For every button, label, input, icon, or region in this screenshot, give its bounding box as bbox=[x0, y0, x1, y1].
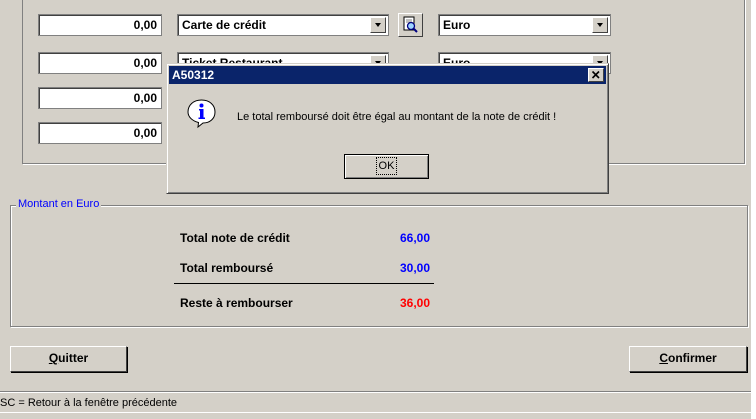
status-bar: SC = Retour à la fenêtre précédente bbox=[0, 391, 751, 413]
total-note-label: Total note de crédit bbox=[180, 231, 290, 245]
status-text: SC = Retour à la fenêtre précédente bbox=[0, 397, 178, 409]
dialog-titlebar[interactable]: A50312 bbox=[169, 66, 606, 84]
reste-value: 36,00 bbox=[399, 296, 430, 310]
chevron-down-icon[interactable] bbox=[370, 17, 386, 33]
confirm-button[interactable]: Confirmer bbox=[629, 346, 747, 372]
chevron-down-icon[interactable] bbox=[592, 17, 608, 33]
payment-method-value-1: Carte de crédit bbox=[182, 18, 267, 32]
status-bar-bottom bbox=[0, 413, 751, 419]
confirm-button-label: Confirmer bbox=[659, 351, 717, 365]
currency-value-1: Euro bbox=[443, 18, 471, 32]
total-rembourse-label: Total remboursé bbox=[180, 261, 274, 275]
total-note-value: 66,00 bbox=[399, 231, 430, 245]
quit-button[interactable]: Quitter bbox=[10, 346, 127, 372]
divider bbox=[174, 283, 434, 284]
group-legend: Montant en Euro bbox=[16, 198, 102, 210]
dialog-message: Le total remboursé doit être égal au mon… bbox=[237, 111, 557, 123]
payment-method-select-1[interactable]: Carte de crédit bbox=[177, 14, 389, 36]
close-button[interactable] bbox=[588, 68, 604, 82]
amount-field-3[interactable]: 0,00 bbox=[38, 87, 162, 109]
ok-button[interactable]: OK bbox=[344, 154, 429, 179]
close-icon bbox=[591, 70, 600, 79]
amount-field-4[interactable]: 0,00 bbox=[38, 122, 162, 144]
main-window: 0,00 Carte de crédit Euro 0,00 Ticket Re… bbox=[0, 0, 756, 419]
search-icon bbox=[403, 16, 418, 33]
amount-field-2[interactable]: 0,00 bbox=[38, 52, 162, 74]
search-button[interactable] bbox=[398, 13, 423, 37]
total-rembourse-value: 30,00 bbox=[399, 261, 430, 275]
quit-button-label: Quitter bbox=[48, 351, 89, 365]
message-dialog: A50312 Le total remboursé doit être égal… bbox=[166, 63, 609, 194]
ok-button-label: OK bbox=[375, 157, 398, 175]
amount-summary-group bbox=[10, 205, 748, 327]
window-edge bbox=[751, 0, 756, 419]
amount-field-1[interactable]: 0,00 bbox=[38, 14, 162, 36]
reste-label: Reste à rembourser bbox=[180, 296, 293, 310]
info-icon bbox=[187, 99, 216, 129]
currency-select-1[interactable]: Euro bbox=[438, 14, 611, 36]
dialog-title: A50312 bbox=[172, 68, 215, 82]
